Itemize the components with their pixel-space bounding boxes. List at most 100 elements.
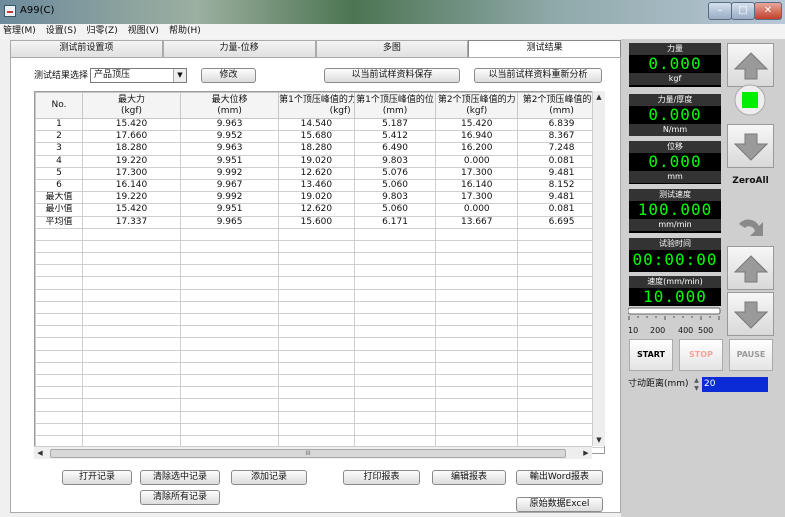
table-cell	[180, 227, 280, 241]
table-row[interactable]	[35, 264, 604, 278]
col-no-header[interactable]: No.	[35, 92, 83, 119]
table-row[interactable]	[35, 227, 604, 241]
tab-multi-graph[interactable]: 多图	[315, 40, 469, 57]
table-row[interactable]: 5 17.300 9.992 12.620 5.076 17.300 9.481	[35, 166, 604, 180]
horizontal-scrollbar[interactable]: ◀ III ▶	[34, 446, 592, 459]
table-row[interactable]	[35, 288, 604, 302]
return-button[interactable]	[727, 206, 774, 250]
table-row[interactable]: 最大值 19.220 9.992 19.020 9.803 17.300 9.481	[35, 191, 604, 205]
table-row[interactable]	[35, 300, 604, 315]
pause-button[interactable]: PAUSE	[729, 339, 773, 371]
table-row[interactable]	[35, 252, 604, 266]
table-row[interactable]: 平均值 17.337 9.965 15.600 6.171 13.667 6.695	[35, 215, 604, 229]
table-row[interactable]	[35, 337, 604, 351]
maximize-button[interactable]: □	[731, 2, 755, 20]
table-cell: 17.337	[81, 215, 182, 229]
scroll-right-icon[interactable]: ▶	[580, 447, 592, 459]
col-peak1-force-header[interactable]: 第1个顶压峰值的力 (kgf)	[278, 92, 355, 119]
edit-report-button[interactable]: 编辑报表	[432, 470, 506, 485]
table-cell	[35, 398, 83, 412]
table-row[interactable]: 1 15.420 9.963 14.540 5.187 15.420 6.839	[35, 117, 604, 132]
menu-view[interactable]: 视图(V)	[128, 24, 159, 39]
table-cell	[353, 386, 437, 400]
save-current-sample-button[interactable]: 以当前试样资料保存	[324, 68, 460, 83]
vertical-scrollbar[interactable]: ▲ ▼	[592, 91, 605, 446]
zero-all-button[interactable]: ZeroAll	[727, 168, 774, 206]
col-peak1-position-header[interactable]: 第1个顶压峰值的位 (mm)	[353, 92, 437, 119]
table-cell	[35, 300, 83, 315]
start-button[interactable]: START	[629, 339, 673, 371]
scale-label-400: 400	[678, 326, 693, 335]
table-cell: 15.600	[278, 215, 355, 229]
export-word-button[interactable]: 輸出Word报表	[516, 470, 603, 485]
table-cell	[278, 337, 355, 351]
table-cell	[435, 337, 519, 351]
scroll-thumb[interactable]: III	[50, 449, 566, 458]
table-cell	[435, 349, 519, 363]
menu-zero[interactable]: 归零(Z)	[87, 24, 118, 39]
table-cell: 0.000	[435, 203, 519, 217]
scroll-up-icon[interactable]: ▲	[593, 91, 605, 103]
table-cell	[353, 264, 437, 278]
jog-down-button[interactable]	[727, 292, 774, 336]
jog-up-button[interactable]	[727, 246, 774, 290]
move-down-button[interactable]	[727, 124, 774, 168]
jog-distance-spinner[interactable]: ▲ ▼	[691, 377, 702, 393]
table-row[interactable]	[35, 373, 604, 388]
table-row[interactable]	[35, 422, 604, 436]
clear-selected-button[interactable]: 清除选中记录	[140, 470, 220, 485]
table-cell	[353, 252, 437, 266]
table-row[interactable]: 6 16.140 9.967 13.460 5.060 16.140 8.152	[35, 178, 604, 193]
table-cell: 16.140	[81, 178, 182, 193]
scroll-down-icon[interactable]: ▼	[593, 434, 605, 446]
table-cell	[278, 288, 355, 302]
print-report-button[interactable]: 打印报表	[343, 470, 420, 485]
table-row[interactable]	[35, 239, 604, 254]
jog-distance-input[interactable]: 20	[702, 377, 768, 392]
minimize-button[interactable]: –	[708, 2, 732, 20]
col-max-displacement-header[interactable]: 最大位移 (mm)	[180, 92, 280, 119]
tab-test-results[interactable]: 测试结果	[468, 40, 621, 57]
table-row[interactable]	[35, 325, 604, 339]
table-row[interactable]: 4 19.220 9.951 19.020 9.803 0.000 0.081	[35, 154, 604, 168]
table-cell: 0.000	[435, 154, 519, 168]
reanalyze-button[interactable]: 以当前试样资料重新分析	[474, 68, 602, 83]
close-button[interactable]: ✕	[754, 2, 782, 20]
table-row[interactable]	[35, 349, 604, 363]
open-record-button[interactable]: 打开记录	[62, 470, 132, 485]
add-record-button[interactable]: 添加记录	[231, 470, 307, 485]
menu-help[interactable]: 帮助(H)	[169, 24, 201, 39]
table-row[interactable]	[35, 386, 604, 400]
table-row[interactable]	[35, 276, 604, 290]
clear-all-button[interactable]: 清除所有记录	[140, 490, 220, 505]
menu-manage[interactable]: 管理(M)	[3, 24, 36, 39]
table-cell: 1	[35, 117, 83, 132]
force-unit: kgf	[629, 73, 721, 85]
table-row[interactable]	[35, 312, 604, 327]
table-row[interactable]	[35, 361, 604, 375]
col-peak2-force-header[interactable]: 第2个顶压峰值的力 (kgf)	[435, 92, 519, 119]
results-table[interactable]: No. 最大力 (kgf) 最大位移 (mm) 第1个顶压峰值的力 (kgf) 第1个…	[34, 91, 605, 454]
table-row[interactable]: 2 17.660 9.952 15.680 5.412 16.940 8.367	[35, 130, 604, 144]
col-max-force-header[interactable]: 最大力 (kgf)	[81, 92, 182, 119]
table-row[interactable]: 最小值 15.420 9.951 12.620 5.060 0.000 0.081	[35, 203, 604, 217]
raw-data-excel-button[interactable]: 原始数据Excel	[516, 497, 603, 512]
test-speed-display: 测试速度 100.000 mm/min	[629, 189, 721, 233]
tab-pre-test-settings[interactable]: 测试前设置项	[10, 40, 163, 57]
scroll-left-icon[interactable]: ◀	[34, 447, 46, 459]
title-bar: A99(C) – □ ✕	[0, 0, 785, 24]
dropdown-arrow-icon[interactable]: ▼	[173, 69, 186, 82]
table-row[interactable]	[35, 398, 604, 412]
tab-force-displacement[interactable]: 力量-位移	[162, 40, 316, 57]
speed-slider[interactable]: 10 200 400 500	[628, 306, 724, 336]
table-row[interactable]: 3 18.280 9.963 18.280 6.490 16.200 7.248	[35, 142, 604, 156]
table-cell	[180, 398, 280, 412]
result-select-dropdown[interactable]: 产品顶压 ▼	[90, 68, 187, 83]
table-cell: 9.992	[180, 166, 280, 180]
stop-button[interactable]: STOP	[679, 339, 723, 371]
menu-settings[interactable]: 设置(S)	[46, 24, 77, 39]
table-row[interactable]	[35, 410, 604, 424]
table-cell: 13.460	[278, 178, 355, 193]
force-per-thickness-unit: N/mm	[629, 124, 721, 136]
modify-button[interactable]: 修改	[201, 68, 256, 83]
